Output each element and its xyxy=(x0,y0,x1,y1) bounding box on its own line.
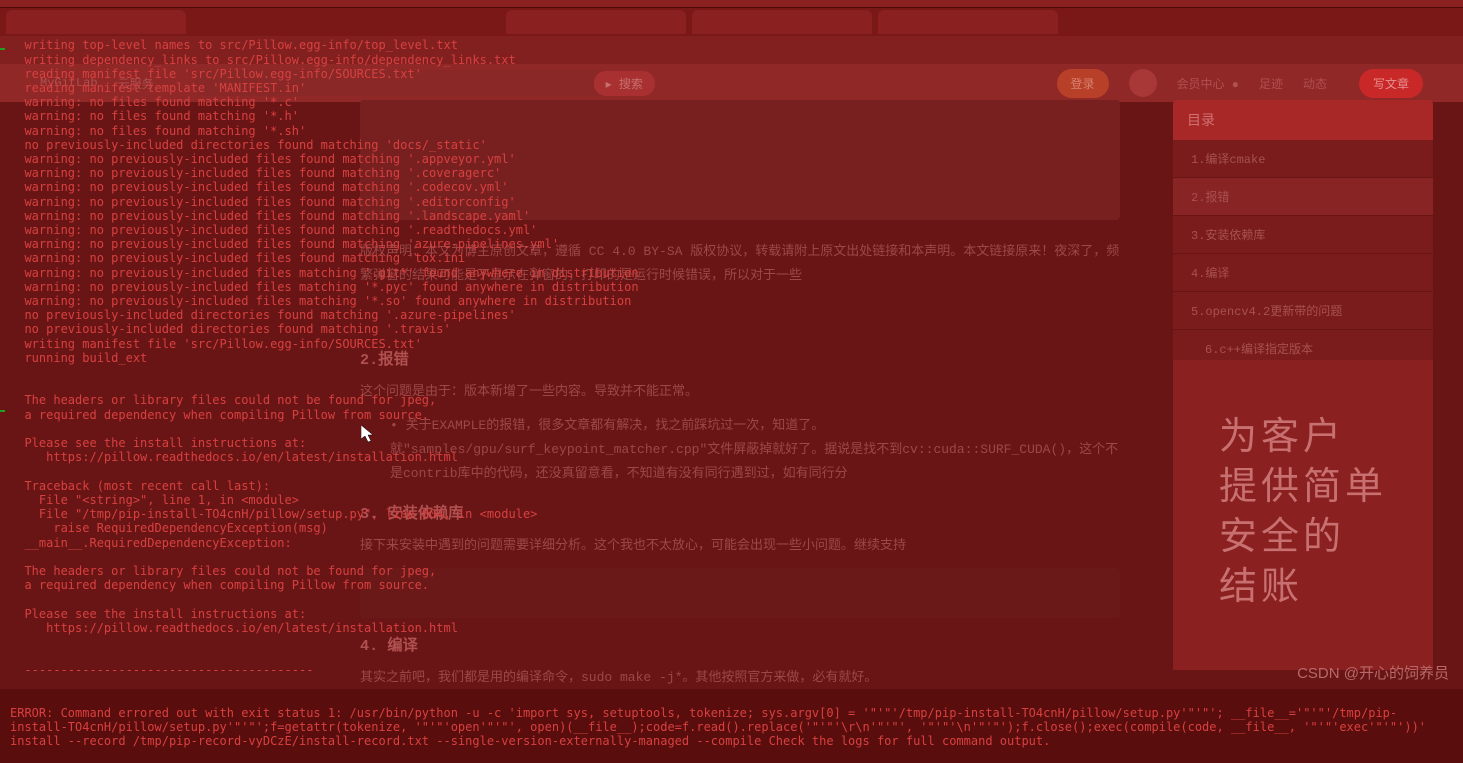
terminal-line: warning: no previously-included files fo… xyxy=(10,180,1453,194)
os-taskbar xyxy=(0,0,1463,8)
terminal-line: __main__.RequiredDependencyException: xyxy=(10,536,1453,550)
terminal-line: Please see the install instructions at: xyxy=(10,436,1453,450)
terminal-line: warning: no files found matching '*.sh' xyxy=(10,124,1453,138)
terminal-line: writing manifest file 'src/Pillow.egg-in… xyxy=(10,337,1453,351)
terminal-line: a required dependency when compiling Pil… xyxy=(10,578,1453,592)
mouse-cursor xyxy=(361,425,377,445)
terminal-line: warning: no files found matching '*.c' xyxy=(10,95,1453,109)
terminal-line: File "/tmp/pip-install-TO4cnH/pillow/set… xyxy=(10,507,1453,521)
terminal-line: https://pillow.readthedocs.io/en/latest/… xyxy=(10,621,1453,635)
terminal-output[interactable]: writing top-level names to src/Pillow.eg… xyxy=(10,10,1453,679)
terminal-line xyxy=(10,365,1453,379)
terminal-line: warning: no previously-included files ma… xyxy=(10,294,1453,308)
marker xyxy=(0,48,5,50)
terminal-line: a required dependency when compiling Pil… xyxy=(10,408,1453,422)
terminal-error-line: ERROR: Command errored out with exit sta… xyxy=(10,706,1453,749)
terminal-line: warning: no previously-included files ma… xyxy=(10,266,1453,280)
terminal-line: reading manifest file 'src/Pillow.egg-in… xyxy=(10,67,1453,81)
terminal-line: reading manifest template 'MANIFEST.in' xyxy=(10,81,1453,95)
terminal-line xyxy=(10,465,1453,479)
terminal-line: The headers or library files could not b… xyxy=(10,564,1453,578)
terminal-line: warning: no files found matching '*.h' xyxy=(10,109,1453,123)
terminal-line: warning: no previously-included files fo… xyxy=(10,152,1453,166)
terminal-line: Traceback (most recent call last): xyxy=(10,479,1453,493)
terminal-line xyxy=(10,379,1453,393)
terminal-line: warning: no previously-included files fo… xyxy=(10,166,1453,180)
terminal-line: warning: no previously-included files fo… xyxy=(10,195,1453,209)
terminal-line xyxy=(10,649,1453,663)
terminal-line: ---------------------------------------- xyxy=(10,663,1453,677)
terminal-line: writing top-level names to src/Pillow.eg… xyxy=(10,38,1453,52)
terminal-line: warning: no previously-included files fo… xyxy=(10,223,1453,237)
terminal-line: warning: no previously-included files fo… xyxy=(10,237,1453,251)
terminal-line xyxy=(10,592,1453,606)
terminal-line: warning: no previously-included files fo… xyxy=(10,209,1453,223)
terminal-line xyxy=(10,422,1453,436)
terminal-line: File "<string>", line 1, in <module> xyxy=(10,493,1453,507)
terminal-line xyxy=(10,550,1453,564)
terminal-line: The headers or library files could not b… xyxy=(10,393,1453,407)
terminal-line xyxy=(10,635,1453,649)
terminal-line: running build_ext xyxy=(10,351,1453,365)
terminal-line: no previously-included directories found… xyxy=(10,308,1453,322)
terminal-line: no previously-included directories found… xyxy=(10,322,1453,336)
watermark: CSDN @开心的饲养员 xyxy=(1297,662,1449,683)
terminal-line: writing dependency_links to src/Pillow.e… xyxy=(10,53,1453,67)
terminal-line: https://pillow.readthedocs.io/en/latest/… xyxy=(10,450,1453,464)
terminal-line: warning: no previously-included files ma… xyxy=(10,280,1453,294)
terminal-line: warning: no previously-included files fo… xyxy=(10,251,1453,265)
terminal-line: no previously-included directories found… xyxy=(10,138,1453,152)
marker xyxy=(0,410,5,412)
terminal-line: raise RequiredDependencyException(msg) xyxy=(10,521,1453,535)
terminal-line: Please see the install instructions at: xyxy=(10,607,1453,621)
